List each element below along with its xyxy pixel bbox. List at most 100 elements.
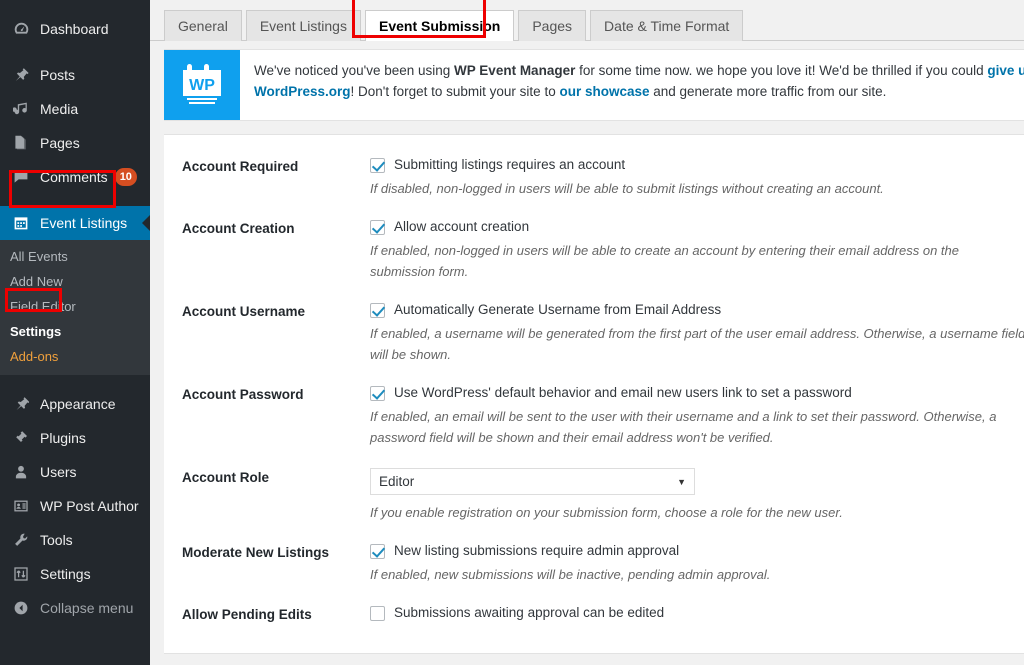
sidebar-item-label: Dashboard xyxy=(40,21,109,37)
calendar-icon xyxy=(10,213,32,233)
setting-label: Allow Pending Edits xyxy=(182,607,312,622)
sidebar-item-dashboard[interactable]: Dashboard xyxy=(0,12,150,46)
sidebar-item-label: Appearance xyxy=(40,396,116,412)
sidebar-item-label: Event Listings xyxy=(40,215,128,231)
setting-row-account-username: Account Username Automatically Generate … xyxy=(164,292,1024,375)
showcase-link[interactable]: our showcase xyxy=(559,84,649,99)
setting-hint: If enabled, new submissions will be inac… xyxy=(370,567,771,582)
sidebar-item-media[interactable]: Media xyxy=(0,92,150,126)
moderate-new-listings-checkbox[interactable] xyxy=(370,544,385,559)
sidebar-item-label: Collapse menu xyxy=(40,600,134,616)
checkbox-line[interactable]: Submitting listings requires an account xyxy=(370,157,1024,173)
setting-field: Automatically Generate Username from Ema… xyxy=(370,302,1024,365)
setting-row-account-creation: Account Creation Allow account creation … xyxy=(164,209,1024,292)
dashboard-icon xyxy=(10,19,32,39)
account-username-checkbox[interactable] xyxy=(370,303,385,318)
setting-hint: If enabled, non-logged in users will be … xyxy=(370,243,959,279)
setting-hint: If disabled, non-logged in users will be… xyxy=(370,181,884,196)
setting-field: Use WordPress' default behavior and emai… xyxy=(370,385,1024,448)
setting-label: Account Username xyxy=(182,304,306,319)
sidebar-item-event-listings[interactable]: Event Listings xyxy=(0,206,150,240)
account-required-checkbox[interactable] xyxy=(370,158,385,173)
setting-field: Allow account creation If enabled, non-l… xyxy=(370,219,1024,282)
setting-label: Account Password xyxy=(182,387,304,402)
setting-field: Submissions awaiting approval can be edi… xyxy=(370,605,1024,626)
tab-date-time-format[interactable]: Date & Time Format xyxy=(590,10,744,41)
setting-label: Account Required xyxy=(182,159,299,174)
checkbox-line[interactable]: Allow account creation xyxy=(370,219,1024,235)
checkbox-line[interactable]: Use WordPress' default behavior and emai… xyxy=(370,385,1024,401)
notice-part-5: and generate more traffic from our site. xyxy=(649,84,887,99)
submenu-item-add-ons[interactable]: Add-ons xyxy=(0,344,150,369)
checkbox-label: Submitting listings requires an account xyxy=(394,157,626,172)
checkbox-label: Submissions awaiting approval can be edi… xyxy=(394,605,665,620)
tab-general[interactable]: General xyxy=(164,10,242,41)
sidebar-item-users[interactable]: Users xyxy=(0,455,150,489)
setting-hint: If you enable registration on your submi… xyxy=(370,505,843,520)
notice-plugin-name: WP Event Manager xyxy=(454,63,576,78)
sidebar-item-collapse-menu[interactable]: Collapse menu xyxy=(0,591,150,625)
chevron-down-icon: ▼ xyxy=(677,476,686,487)
submenu-item-all-events[interactable]: All Events xyxy=(0,244,150,269)
sidebar-item-label: Comments xyxy=(40,169,108,185)
tools-icon xyxy=(10,530,32,550)
setting-label: Moderate New Listings xyxy=(182,545,330,560)
submenu-item-field-editor[interactable]: Field Editor xyxy=(0,294,150,319)
sidebar-item-pages[interactable]: Pages xyxy=(0,126,150,160)
sidebar-item-comments[interactable]: Comments 10 xyxy=(0,160,150,194)
submenu-item-settings[interactable]: Settings xyxy=(0,319,150,344)
allow-pending-edits-checkbox[interactable] xyxy=(370,606,385,621)
sidebar-item-label: Settings xyxy=(40,566,91,582)
setting-field: New listing submissions require admin ap… xyxy=(370,543,1024,585)
account-password-checkbox[interactable] xyxy=(370,386,385,401)
tab-event-submission[interactable]: Event Submission xyxy=(364,10,515,41)
sidebar-item-label: Posts xyxy=(40,67,76,83)
sidebar-item-tools[interactable]: Tools xyxy=(0,523,150,557)
checkbox-line[interactable]: Automatically Generate Username from Ema… xyxy=(370,302,1024,318)
rating-link[interactable]: give us a nice ratin xyxy=(987,63,1024,78)
notice-text: We've noticed you've been using WP Event… xyxy=(240,50,1024,120)
setting-label: Account Creation xyxy=(182,221,295,236)
media-icon xyxy=(10,99,32,119)
sidebar-item-appearance[interactable]: Appearance xyxy=(0,387,150,421)
sidebar-item-settings[interactable]: Settings xyxy=(0,557,150,591)
account-creation-checkbox[interactable] xyxy=(370,220,385,235)
tab-pages[interactable]: Pages xyxy=(518,10,587,41)
calendar-wp-logo-icon: WP xyxy=(183,64,221,104)
sidebar-item-label: WP Post Author xyxy=(40,498,139,514)
settings-icon xyxy=(10,564,32,584)
plugin-review-notice: WP We've noticed you've been using WP Ev… xyxy=(164,49,1024,121)
svg-text:WP: WP xyxy=(189,77,215,94)
checkbox-label: Allow account creation xyxy=(394,219,530,234)
sidebar-gap-2 xyxy=(0,194,150,206)
sidebar-item-posts[interactable]: Posts xyxy=(0,58,150,92)
main-content: General Event Listings Event Submission … xyxy=(150,0,1024,665)
setting-label: Account Role xyxy=(182,470,270,485)
account-role-value: Editor xyxy=(379,474,415,489)
setting-row-account-required: Account Required Submitting listings req… xyxy=(164,147,1024,209)
checkbox-label: New listing submissions require admin ap… xyxy=(394,543,680,558)
sidebar-item-label: Pages xyxy=(40,135,80,151)
checkbox-line[interactable]: New listing submissions require admin ap… xyxy=(370,543,1024,559)
pin-icon xyxy=(10,65,32,85)
collapse-icon xyxy=(10,598,32,618)
sidebar-item-plugins[interactable]: Plugins xyxy=(0,421,150,455)
admin-sidebar: Dashboard Posts Media Pages Comments 10 … xyxy=(0,0,150,665)
tab-event-listings[interactable]: Event Listings xyxy=(245,10,361,41)
checkbox-label: Automatically Generate Username from Ema… xyxy=(394,302,722,317)
setting-row-account-password: Account Password Use WordPress' default … xyxy=(164,375,1024,458)
setting-field: Submitting listings requires an account … xyxy=(370,157,1024,199)
setting-hint: If enabled, a username will be generated… xyxy=(370,326,1024,362)
sidebar-top-spacer xyxy=(0,0,150,12)
submenu-item-add-new[interactable]: Add New xyxy=(0,269,150,294)
setting-hint: If enabled, an email will be sent to the… xyxy=(370,409,997,445)
wp-event-manager-logo: WP xyxy=(164,50,240,120)
setting-field: Editor ▼ If you enable registration on y… xyxy=(370,468,1024,523)
comment-icon xyxy=(10,167,32,187)
sidebar-item-wp-post-author[interactable]: WP Post Author xyxy=(0,489,150,523)
event-submission-settings-panel: Account Required Submitting listings req… xyxy=(164,134,1024,654)
account-role-select[interactable]: Editor ▼ xyxy=(370,468,695,495)
wordpress-admin-screen: Dashboard Posts Media Pages Comments 10 … xyxy=(0,0,1024,665)
wordpress-org-link[interactable]: WordPress.org xyxy=(254,84,351,99)
checkbox-line[interactable]: Submissions awaiting approval can be edi… xyxy=(370,605,1024,621)
